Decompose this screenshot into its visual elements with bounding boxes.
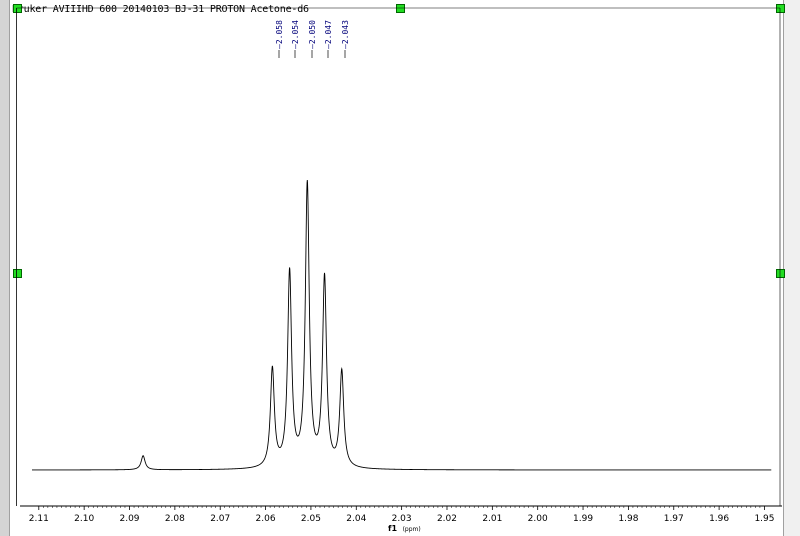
spectrum-window: Bruker AVIIIHD 600 20140103 BJ-31 PROTON… <box>0 0 800 536</box>
x-tick-label: 1.98 <box>618 514 638 524</box>
x-axis-label: f1 (ppm) <box>388 524 421 533</box>
x-tick-label: 2.00 <box>528 514 548 524</box>
peak-label: —2.043 <box>341 20 350 49</box>
peak-label: —2.058 <box>275 20 284 49</box>
x-tick-label: 1.99 <box>573 514 593 524</box>
x-axis-label-unit: (ppm) <box>403 526 421 533</box>
x-tick-label: 2.09 <box>119 514 139 524</box>
x-tick-label: 1.96 <box>709 514 729 524</box>
peak-label: —2.054 <box>291 20 300 49</box>
x-tick-label: 2.10 <box>74 514 94 524</box>
x-tick-label: 2.04 <box>346 514 366 524</box>
peak-label: —2.050 <box>308 20 317 49</box>
x-tick-label: 2.08 <box>165 514 185 524</box>
x-tick-label: 1.95 <box>754 514 774 524</box>
x-tick-label: 2.07 <box>210 514 230 524</box>
peak-label: —2.047 <box>324 20 333 49</box>
x-axis-label-name: f1 <box>388 524 397 533</box>
x-tick-label: 2.05 <box>301 514 321 524</box>
x-tick-label: 2.03 <box>392 514 412 524</box>
spectrum-trace <box>32 179 772 471</box>
x-tick-label: 2.02 <box>437 514 457 524</box>
nmr-spectrum-chart: —2.058 —2.054 —2.050 —2.047 —2.043 2.11 2.10 2… <box>16 7 782 533</box>
x-tick-label: 2.01 <box>482 514 502 524</box>
x-tick-label: 2.06 <box>256 514 276 524</box>
x-tick-label: 1.97 <box>664 514 684 524</box>
x-tick-label: 2.11 <box>29 514 49 524</box>
